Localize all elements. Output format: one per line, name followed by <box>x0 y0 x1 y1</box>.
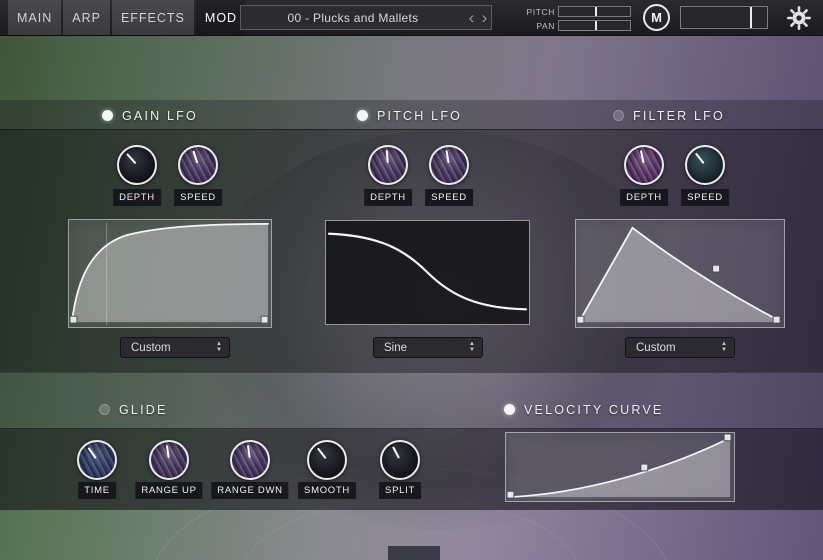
gain-lfo-curve <box>69 220 271 327</box>
pitch-lfo-shape-value: Sine <box>384 342 469 354</box>
filter-lfo-title: FILTER LFO <box>633 109 725 123</box>
glide-range-down-label: RANGE DWN <box>211 482 288 499</box>
upper-backdrop-panel <box>0 35 823 100</box>
knob-needle <box>623 144 666 187</box>
pitch-lfo-title: PITCH LFO <box>377 109 462 123</box>
tab-main[interactable]: MAIN <box>8 0 61 35</box>
glide-split-label: SPLIT <box>379 482 421 499</box>
pan-label: PAN <box>518 20 555 31</box>
filter-depth-label: DEPTH <box>620 189 668 206</box>
synth-plugin-window: MAIN ARP EFFECTS MOD 00 - Plucks and Mal… <box>0 0 823 560</box>
top-toolbar: MAIN ARP EFFECTS MOD 00 - Plucks and Mal… <box>0 0 823 36</box>
glide-enable-toggle[interactable] <box>99 404 110 415</box>
velocity-curve-header: VELOCITY CURVE <box>504 403 663 416</box>
gain-lfo-enable-toggle[interactable] <box>102 110 113 121</box>
glide-header: GLIDE <box>99 403 168 416</box>
filter-lfo-shape-value: Custom <box>636 342 721 354</box>
pitch-lfo-header: PITCH LFO <box>357 109 462 122</box>
pitch-speed-label: SPEED <box>425 189 473 206</box>
gain-lfo-shape-select[interactable]: Custom ▲▼ <box>120 337 230 358</box>
glide-time-label: TIME <box>78 482 116 499</box>
filter-lfo-header: FILTER LFO <box>613 109 725 122</box>
output-level-handle[interactable] <box>750 7 752 28</box>
glide-smooth-label: SMOOTH <box>298 482 356 499</box>
preset-name: 00 - Plucks and Mallets <box>241 11 465 25</box>
pitch-lfo-speed-knob[interactable] <box>429 145 469 185</box>
tab-effects[interactable]: EFFECTS <box>112 0 194 35</box>
pitch-depth-label: DEPTH <box>364 189 412 206</box>
pan-slider[interactable] <box>558 20 631 31</box>
glide-split-knob[interactable] <box>380 440 420 480</box>
filter-lfo-shape-select[interactable]: Custom ▲▼ <box>625 337 735 358</box>
preset-prev-button[interactable]: ‹ <box>465 6 478 29</box>
tab-arp[interactable]: ARP <box>63 0 110 35</box>
gain-lfo-depth-knob[interactable] <box>117 145 157 185</box>
filter-lfo-depth-knob[interactable] <box>624 145 664 185</box>
filter-lfo-curve-display[interactable] <box>575 219 785 328</box>
knob-needle <box>368 145 407 184</box>
filter-lfo-enable-toggle[interactable] <box>613 110 624 121</box>
gain-lfo-header: GAIN LFO <box>102 109 198 122</box>
updown-arrows-icon: ▲▼ <box>721 342 727 353</box>
gain-lfo-speed-knob[interactable] <box>178 145 218 185</box>
nav-tabs: MAIN ARP EFFECTS MOD <box>8 0 248 35</box>
pan-slider-handle[interactable] <box>595 21 597 30</box>
glide-range-up-label: RANGE UP <box>135 482 202 499</box>
gain-lfo-curve-display[interactable] <box>68 219 272 328</box>
velocity-curve-display[interactable] <box>505 432 735 502</box>
sine-wave-curve <box>326 221 529 324</box>
pitch-lfo-depth-knob[interactable] <box>368 145 408 185</box>
velocity-curve <box>506 433 734 501</box>
knob-needle <box>230 440 271 481</box>
glide-range-up-knob[interactable] <box>149 440 189 480</box>
velocity-curve-enable-toggle[interactable] <box>504 404 515 415</box>
pitch-lfo-shape-select[interactable]: Sine ▲▼ <box>373 337 483 358</box>
knob-needle <box>149 440 190 481</box>
gain-lfo-title: GAIN LFO <box>122 109 198 123</box>
gain-lfo-shape-value: Custom <box>131 342 216 354</box>
pitch-lfo-curve-display <box>325 220 530 325</box>
gain-depth-label: DEPTH <box>113 189 161 206</box>
knob-needle <box>428 144 470 186</box>
pitch-slider-handle[interactable] <box>595 7 597 16</box>
preset-selector[interactable]: 00 - Plucks and Mallets ‹ › <box>240 5 492 30</box>
glide-title: GLIDE <box>119 403 168 417</box>
filter-lfo-speed-knob[interactable] <box>685 145 725 185</box>
gear-icon <box>786 5 812 31</box>
mono-button[interactable]: M <box>643 4 670 31</box>
gain-speed-label: SPEED <box>174 189 222 206</box>
glide-time-knob[interactable] <box>77 440 117 480</box>
filter-speed-label: SPEED <box>681 189 729 206</box>
pitch-label: PITCH <box>518 6 555 17</box>
pitch-slider[interactable] <box>558 6 631 17</box>
updown-arrows-icon: ▲▼ <box>216 342 222 353</box>
background-object <box>388 546 440 560</box>
glide-smooth-knob[interactable] <box>307 440 347 480</box>
output-level-slider[interactable] <box>680 6 768 29</box>
preset-next-button[interactable]: › <box>478 6 491 29</box>
glide-header-panel <box>0 372 823 429</box>
glide-range-down-knob[interactable] <box>230 440 270 480</box>
updown-arrows-icon: ▲▼ <box>469 342 475 353</box>
pitch-lfo-enable-toggle[interactable] <box>357 110 368 121</box>
tab-mod[interactable]: MOD <box>196 0 246 35</box>
velocity-curve-title: VELOCITY CURVE <box>524 403 663 417</box>
settings-gear-button[interactable] <box>785 4 812 31</box>
filter-lfo-curve <box>576 220 784 327</box>
